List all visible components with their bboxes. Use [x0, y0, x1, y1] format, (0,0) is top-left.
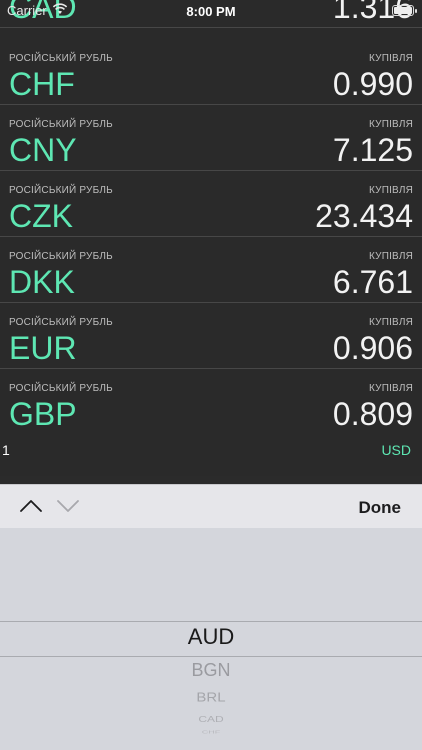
base-currency-label: РОСІЙСЬКИЙ РУБЛЬ	[9, 251, 113, 262]
picker-option[interactable]: CHF	[0, 730, 422, 735]
currency-code: CZK	[9, 198, 73, 234]
rate-type-label: КУПІВЛЯ	[369, 317, 413, 328]
done-button[interactable]: Done	[359, 498, 402, 518]
picker-option[interactable]: CAD	[0, 714, 422, 724]
rate-type-label: КУПІВЛЯ	[369, 185, 413, 196]
picker-option[interactable]: BRL	[0, 690, 422, 705]
base-currency-label: РОСІЙСЬКИЙ РУБЛЬ	[9, 383, 113, 394]
picker-option[interactable]: BGN	[0, 660, 422, 681]
rate-value: 7.125	[332, 132, 413, 168]
rate-value: 0.990	[332, 66, 413, 102]
base-currency-label: РОСІЙСЬКИЙ РУБЛЬ	[9, 53, 113, 64]
status-time: 8:00 PM	[186, 4, 236, 19]
rate-row[interactable]: РОСІЙСЬКИЙ РУБЛЬ КУПІВЛЯ EUR 0.906	[0, 303, 422, 369]
rate-value: 0.809	[332, 396, 413, 432]
currency-code: CNY	[9, 132, 77, 168]
rate-row[interactable]: РОСІЙСЬКИЙ РУБЛЬ КУПІВЛЯ CZK 23.434	[0, 171, 422, 237]
rate-row[interactable]: РОСІЙСЬКИЙ РУБЛЬ КУПІВЛЯ GBP 0.809	[0, 369, 422, 435]
picker-selection-bottom-line	[0, 656, 422, 657]
selected-currency-field[interactable]: USD	[381, 442, 411, 458]
rate-type-label: КУПІВЛЯ	[369, 251, 413, 262]
base-currency-label: РОСІЙСЬКИЙ РУБЛЬ	[9, 317, 113, 328]
rate-type-label: КУПІВЛЯ	[369, 53, 413, 64]
rate-value: 6.761	[332, 264, 413, 300]
picker-selection-top-line	[0, 621, 422, 622]
chevron-up-icon[interactable]	[19, 498, 43, 514]
rate-row[interactable]: РОСІЙСЬКИЙ РУБЛЬ КУПІВЛЯ DKK 6.761	[0, 237, 422, 303]
rate-type-label: КУПІВЛЯ	[369, 119, 413, 130]
battery-icon	[392, 5, 417, 16]
rate-value: 0.906	[332, 330, 413, 366]
rate-type-label: КУПІВЛЯ	[369, 383, 413, 394]
base-currency-label: РОСІЙСЬКИЙ РУБЛЬ	[9, 119, 113, 130]
amount-input-row: USD	[0, 430, 422, 470]
chevron-down-icon[interactable]	[56, 498, 80, 514]
currency-code: GBP	[9, 396, 77, 432]
currency-code: CHF	[9, 66, 75, 102]
picker-option-selected[interactable]: AUD	[0, 624, 422, 650]
rate-row[interactable]: РОСІЙСЬКИЙ РУБЛЬ КУПІВЛЯ CNY 7.125	[0, 105, 422, 171]
base-currency-label: РОСІЙСЬКИЙ РУБЛЬ	[9, 185, 113, 196]
amount-input[interactable]	[0, 440, 200, 460]
keyboard-accessory-bar: Done	[0, 484, 422, 528]
currency-picker[interactable]: AUD BGN BRL CAD CHF	[0, 528, 422, 750]
status-bar: Carrier 8:00 PM	[0, 0, 422, 22]
currency-code: DKK	[9, 264, 75, 300]
currency-code: EUR	[9, 330, 77, 366]
rates-list: Carrier 8:00 PM CAD 1.316 РОСІЙСЬКИЙ РУБ…	[0, 0, 422, 476]
rate-row[interactable]: РОСІЙСЬКИЙ РУБЛЬ КУПІВЛЯ CHF 0.990	[0, 39, 422, 105]
rate-value: 23.434	[315, 198, 413, 234]
